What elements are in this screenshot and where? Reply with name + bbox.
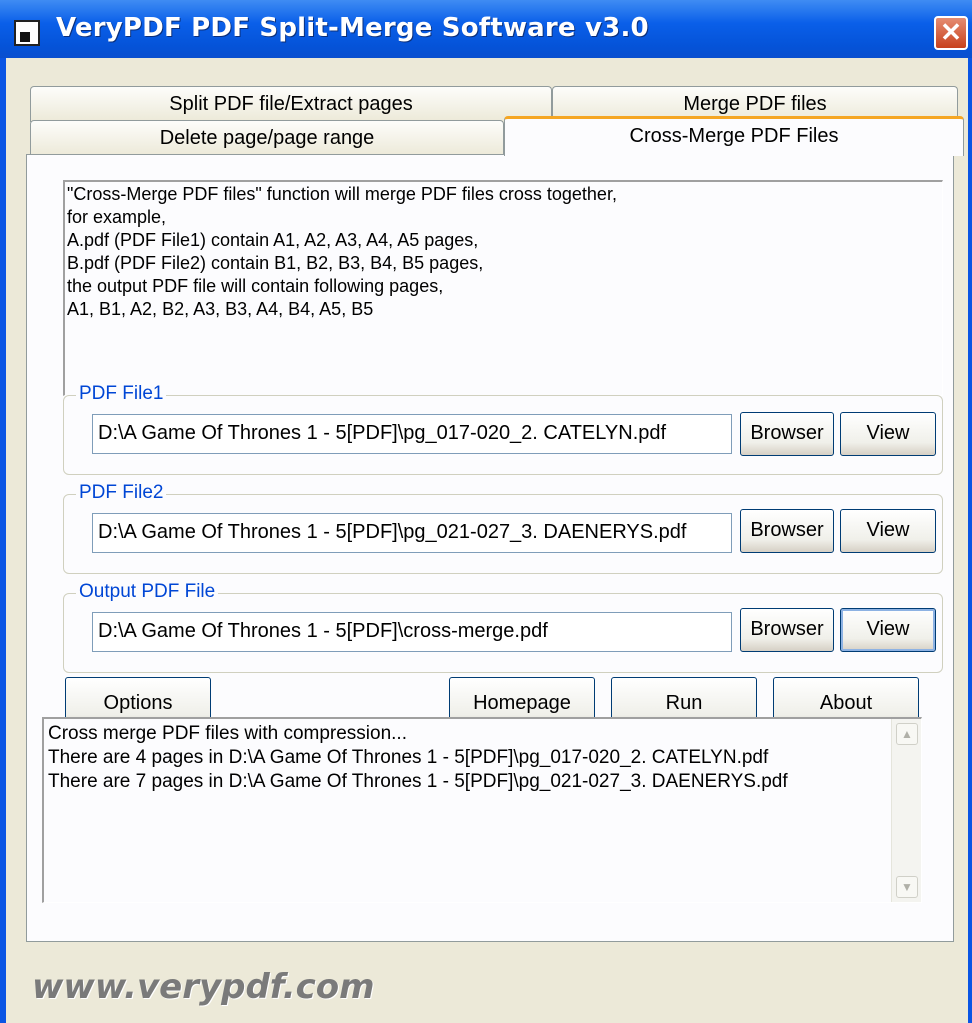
pdf-file1-browser-button[interactable]: Browser bbox=[740, 412, 834, 456]
pdf-file1-input[interactable]: D:\A Game Of Thrones 1 - 5[PDF]\pg_017-0… bbox=[92, 414, 732, 454]
status-line: Cross merge PDF files with compression..… bbox=[48, 723, 407, 744]
tab-cross-merge[interactable]: Cross-Merge PDF Files bbox=[504, 116, 964, 156]
status-log[interactable]: Cross merge PDF files with compression..… bbox=[42, 717, 922, 903]
description-line: the output PDF file will contain followi… bbox=[67, 276, 444, 296]
description-line: for example, bbox=[67, 207, 167, 227]
footer-url: www.verypdf.com bbox=[32, 967, 375, 1007]
output-file-input[interactable]: D:\A Game Of Thrones 1 - 5[PDF]\cross-me… bbox=[92, 612, 732, 652]
pdf-file2-group: PDF File2 D:\A Game Of Thrones 1 - 5[PDF… bbox=[63, 482, 943, 574]
pdf-file1-group: PDF File1 D:\A Game Of Thrones 1 - 5[PDF… bbox=[63, 383, 943, 475]
description-line: A.pdf (PDF File1) contain A1, A2, A3, A4… bbox=[67, 230, 479, 250]
status-line: There are 7 pages in D:\A Game Of Throne… bbox=[48, 771, 788, 792]
output-file-browser-button[interactable]: Browser bbox=[740, 608, 834, 652]
client-area: Split PDF file/Extract pages Merge PDF f… bbox=[6, 58, 968, 1023]
pdf-file1-label: PDF File1 bbox=[76, 383, 167, 405]
title-bar[interactable]: VeryPDF PDF Split-Merge Software v3.0 ✕ bbox=[0, 0, 972, 58]
close-button[interactable]: ✕ bbox=[934, 16, 968, 50]
pdf-file1-view-button[interactable]: View bbox=[840, 412, 936, 456]
output-file-view-button[interactable]: View bbox=[840, 608, 936, 652]
scroll-down-icon[interactable]: ▼ bbox=[896, 876, 918, 898]
status-line: There are 4 pages in D:\A Game Of Throne… bbox=[48, 747, 769, 768]
description-line: B.pdf (PDF File2) contain B1, B2, B3, B4… bbox=[67, 253, 484, 273]
scroll-up-icon[interactable]: ▲ bbox=[896, 723, 918, 745]
app-window: VeryPDF PDF Split-Merge Software v3.0 ✕ … bbox=[0, 0, 972, 1023]
pdf-file2-browser-button[interactable]: Browser bbox=[740, 509, 834, 553]
description-box: "Cross-Merge PDF files" function will me… bbox=[63, 180, 943, 396]
description-line: "Cross-Merge PDF files" function will me… bbox=[67, 184, 617, 204]
app-icon bbox=[14, 20, 40, 46]
pdf-file2-view-button[interactable]: View bbox=[840, 509, 936, 553]
window-title: VeryPDF PDF Split-Merge Software v3.0 bbox=[56, 13, 649, 43]
output-file-label: Output PDF File bbox=[76, 581, 219, 603]
tab-delete-pages[interactable]: Delete page/page range bbox=[30, 120, 504, 156]
tab-split-extract[interactable]: Split PDF file/Extract pages bbox=[30, 86, 552, 122]
pdf-file2-label: PDF File2 bbox=[76, 482, 167, 504]
pdf-file2-input[interactable]: D:\A Game Of Thrones 1 - 5[PDF]\pg_021-0… bbox=[92, 513, 732, 553]
output-file-group: Output PDF File D:\A Game Of Thrones 1 -… bbox=[63, 581, 943, 673]
status-scrollbar[interactable]: ▲ ▼ bbox=[891, 719, 921, 902]
description-line: A1, B1, A2, B2, A3, B3, A4, B4, A5, B5 bbox=[67, 299, 374, 319]
